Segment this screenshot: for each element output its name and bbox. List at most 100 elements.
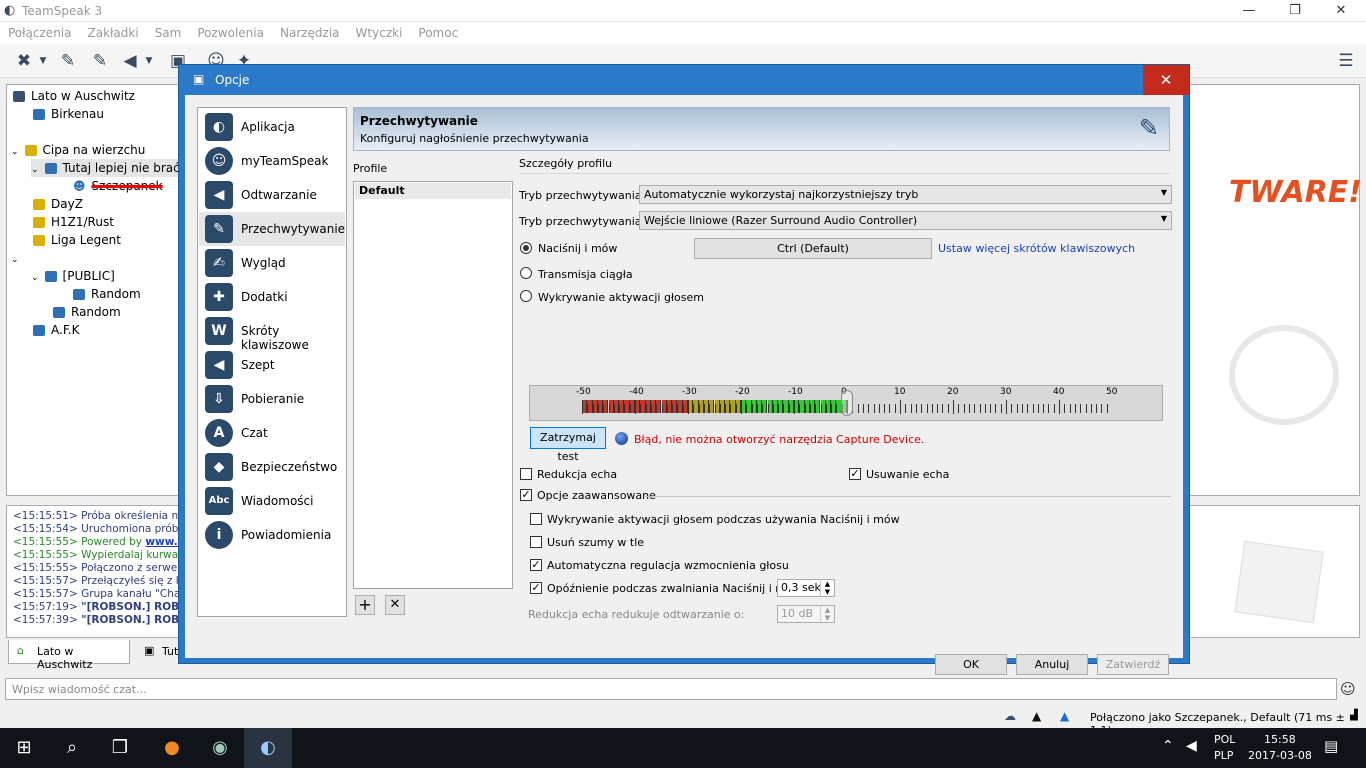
stepper-arrows-icon[interactable]: ▲ ▼ (820, 580, 834, 596)
cancel-button[interactable]: Anuluj (1016, 654, 1088, 675)
tree-channel[interactable]: ⌄ [PUBLIC] (31, 267, 115, 285)
set-hotkeys-link[interactable]: Ustaw więcej skrótów klawiszowych (938, 242, 1135, 255)
ptt-delay-stepper[interactable]: 0,3 sek ▲ ▼ (777, 579, 835, 597)
away-icon[interactable]: ✎ (56, 50, 80, 72)
tree-label: A.F.K (51, 323, 80, 337)
apply-button[interactable]: Zatwierdź (1097, 654, 1169, 675)
echo-removal-checkbox[interactable]: ✓ (849, 468, 861, 480)
meter-tick-mark (1043, 404, 1045, 413)
warning-icon[interactable]: ▲ (1060, 709, 1069, 723)
menu-plugins[interactable]: Wtyczki (348, 22, 411, 40)
menu-tools[interactable]: Narzędzia (272, 22, 348, 40)
nav-item-downloads[interactable]: ⇩ Pobieranie (199, 382, 345, 416)
tree-channel[interactable]: Random (73, 285, 141, 303)
ok-button[interactable]: OK (935, 654, 1007, 675)
maximize-button[interactable]: ❐ (1272, 0, 1318, 22)
push-to-talk-radio[interactable] (520, 242, 532, 254)
tree-channel[interactable]: ⌄ Tutaj lepiej nie brać (31, 159, 185, 177)
nav-item-capture[interactable]: ✎ Przechwytywanie (199, 212, 345, 246)
menu-help[interactable]: Pomoc (410, 22, 466, 40)
dropdown-arrow-icon[interactable]: ▼ (36, 50, 50, 72)
dropdown-arrow-icon[interactable]: ▼ (142, 50, 156, 72)
language-secondary[interactable]: PLP (1214, 749, 1233, 762)
steam-icon[interactable]: ◉ (196, 728, 244, 768)
voice-activation-radio[interactable] (520, 290, 532, 302)
chevron-up-icon[interactable]: ⌃ (1162, 738, 1174, 754)
mute-speaker-icon[interactable]: ◀ (118, 50, 142, 72)
vad-while-ptt-checkbox[interactable] (530, 513, 542, 525)
tab-server[interactable]: ⌂ Lato w Auschwitz (8, 640, 130, 671)
tree-channel[interactable]: DayZ (33, 195, 83, 213)
windows-start-icon[interactable]: ⊞ (0, 728, 48, 768)
stepper-arrows-icon[interactable]: ▲ ▼ (820, 606, 834, 622)
echo-attenuation-stepper[interactable]: 10 dB ▲ ▼ (777, 605, 835, 623)
nav-item-chat[interactable]: A Czat (199, 416, 345, 450)
tree-channel[interactable]: H1Z1/Rust (33, 213, 114, 231)
tree-client[interactable]: ☻ Szczepanek (73, 177, 163, 195)
level-threshold-slider[interactable] (841, 390, 853, 416)
close-button[interactable]: ✕ (1318, 0, 1364, 22)
clock-time[interactable]: 15:58 (1264, 733, 1296, 746)
chat-input[interactable]: Wpisz wiadomość czat... (5, 678, 1337, 700)
noise-removal-checkbox[interactable] (530, 536, 542, 548)
settings-panel-icon[interactable]: ☰ (1334, 50, 1358, 72)
cloud-icon[interactable]: ☁ (1004, 709, 1016, 723)
nav-item-messages[interactable]: Abc Wiadomości (199, 484, 345, 518)
warning-icon[interactable]: ▲ (1032, 709, 1041, 723)
search-icon[interactable]: ⌕ (48, 728, 96, 768)
nav-item-design[interactable]: ✍ Wygląd (199, 246, 345, 280)
capture-device-select[interactable]: Wejście liniowe (Razer Surround Audio Co… (639, 211, 1172, 230)
echo-reduction-checkbox[interactable] (520, 468, 532, 480)
dialog-close-button[interactable]: ✕ (1143, 65, 1189, 95)
tree-channel[interactable]: A.F.K (33, 321, 79, 339)
menu-bookmarks[interactable]: Zakładki (80, 22, 147, 40)
nav-item-myteamspeak[interactable]: ☺ myTeamSpeak (199, 144, 345, 178)
nav-item-playback[interactable]: ◀ Odtwarzanie (199, 178, 345, 212)
menu-permissions[interactable]: Pozwolenia (189, 22, 272, 40)
level-meter[interactable]: -50 -40 -30 -20 -10 0 10 20 30 40 50 (529, 385, 1163, 421)
notifications-icon[interactable]: ▤ (1324, 737, 1338, 755)
meter-tick-mark (783, 404, 785, 413)
clock-date[interactable]: 2017-03-08 (1248, 749, 1312, 762)
tree-channel[interactable]: Random (53, 303, 121, 321)
nav-item-hotkeys[interactable]: W Skróty klawiszowe (199, 314, 345, 352)
minimize-button[interactable]: — (1226, 0, 1272, 22)
tree-server[interactable]: Lato w Auschwitz (13, 87, 135, 105)
nav-item-whisper[interactable]: ◀ Szept (199, 348, 345, 382)
teamspeak-watermark-icon (1229, 325, 1339, 425)
nav-item-security[interactable]: ◆ Bezpieczeństwo (199, 450, 345, 484)
tree-channel[interactable]: Liga Legent (33, 231, 121, 249)
add-profile-button[interactable]: + (355, 595, 375, 615)
mute-mic-icon[interactable]: ✎ (88, 50, 112, 72)
server-banner-panel: TWARE! (1188, 84, 1362, 496)
menu-self[interactable]: Sam (147, 22, 190, 40)
language-primary[interactable]: POL (1214, 733, 1235, 746)
menu-connections[interactable]: Połączenia (0, 22, 80, 40)
remove-profile-button[interactable]: ✕ (385, 595, 405, 615)
tree-spacer[interactable]: ⌄ (11, 249, 19, 267)
nav-item-notifications[interactable]: i Powiadomienia (199, 518, 345, 552)
ptt-delay-checkbox[interactable]: ✓ (530, 582, 542, 594)
nav-item-application[interactable]: ◐ Aplikacja (199, 110, 345, 144)
firefox-icon[interactable]: ● (148, 728, 196, 768)
advanced-options-checkbox[interactable]: ✓ (520, 489, 532, 501)
tree-channel[interactable]: ⌄ Cipa na wierzchu (11, 141, 145, 159)
profile-item-default[interactable]: Default (355, 183, 511, 199)
teamspeak-logo-icon: ◐ (4, 3, 16, 18)
application-icon: ◐ (205, 113, 233, 141)
continuous-radio[interactable] (520, 267, 532, 279)
profile-list[interactable]: Default (353, 181, 513, 589)
emoji-icon[interactable]: ☺ (1340, 680, 1356, 698)
nav-item-addons[interactable]: ✚ Dodatki (199, 280, 345, 314)
task-view-icon[interactable]: ❐ (96, 728, 144, 768)
disconnect-icon[interactable]: ✖ (12, 50, 36, 72)
capture-mode-select[interactable]: Automatycznie wykorzystaj najkorzystniej… (639, 185, 1172, 204)
agc-checkbox[interactable]: ✓ (530, 559, 542, 571)
meter-tick-mark (656, 404, 658, 413)
stop-test-button[interactable]: Zatrzymaj test (530, 427, 606, 463)
tree-channel[interactable]: Birkenau (33, 105, 104, 123)
teamspeak-taskbar-icon[interactable]: ◐ (244, 728, 292, 768)
meter-tick-mark (597, 404, 599, 413)
volume-icon[interactable]: ◀ (1186, 738, 1197, 754)
ptt-hotkey-button[interactable]: Ctrl (Default) (694, 238, 932, 259)
